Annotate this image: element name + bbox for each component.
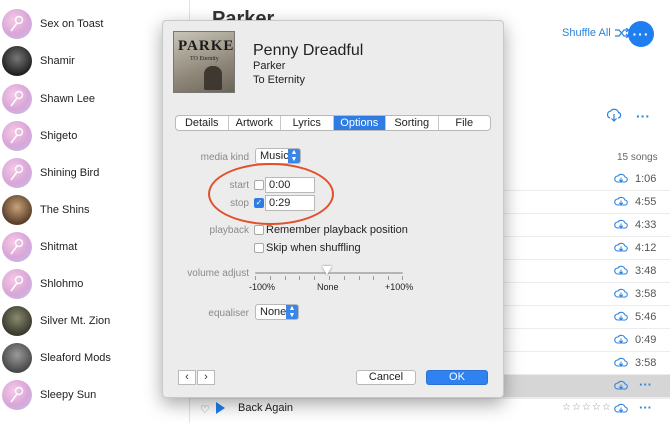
- media-kind-value: Music: [260, 150, 289, 162]
- track-duration: 3:58: [635, 288, 657, 300]
- tab-file[interactable]: File: [439, 116, 491, 130]
- stop-label: stop: [230, 198, 249, 209]
- tab-artwork[interactable]: Artwork: [229, 116, 281, 130]
- cloud-download-icon[interactable]: [614, 219, 628, 230]
- tab-options[interactable]: Options: [333, 116, 386, 130]
- cloud-download-icon[interactable]: [614, 311, 628, 322]
- volume-max-label: +100%: [385, 282, 414, 292]
- artist-photo: [2, 342, 32, 373]
- tab-sorting[interactable]: Sorting: [386, 116, 439, 130]
- microphone-icon: [2, 120, 32, 151]
- tab-details[interactable]: Details: [176, 116, 229, 130]
- track-duration: 3:48: [635, 265, 657, 277]
- start-checkbox[interactable]: [254, 180, 264, 190]
- equaliser-label: equaliser: [208, 308, 249, 319]
- cancel-button[interactable]: Cancel: [356, 370, 416, 385]
- artwork-subtitle: TO Eternity: [190, 56, 219, 62]
- row-more-icon[interactable]: ···: [639, 400, 652, 415]
- cloud-download-icon[interactable]: [614, 242, 628, 253]
- media-kind-label: media kind: [200, 152, 249, 163]
- start-time-field[interactable]: 0:00: [265, 177, 315, 193]
- cloud-download-icon[interactable]: [614, 265, 628, 276]
- track-duration: 5:46: [635, 311, 657, 323]
- stop-checkbox[interactable]: ✓: [254, 198, 264, 208]
- info-tabs: Details Artwork Lyrics Options Sorting F…: [175, 115, 491, 131]
- artist-name: Shining Bird: [40, 166, 100, 179]
- microphone-icon: [2, 8, 32, 39]
- cloud-download-icon[interactable]: [614, 334, 628, 345]
- artist-name: Shawn Lee: [40, 92, 96, 105]
- heart-icon[interactable]: ♡: [200, 403, 210, 416]
- artist-name: Shamir: [40, 54, 75, 67]
- cloud-download-icon[interactable]: [614, 288, 628, 299]
- chevron-updown-icon: ▲ ▼: [286, 305, 298, 319]
- volume-min-label: -100%: [249, 282, 276, 292]
- songs-count: 15 songs: [617, 152, 658, 163]
- album-more-icon[interactable]: ···: [636, 108, 650, 124]
- track-duration: 4:33: [635, 219, 657, 231]
- microphone-icon: [2, 157, 32, 188]
- microphone-icon: [2, 268, 32, 299]
- artwork-figure: [204, 66, 222, 90]
- song-title: Penny Dreadful: [253, 42, 364, 59]
- equaliser-value: None: [260, 306, 287, 318]
- tab-lyrics[interactable]: Lyrics: [281, 116, 334, 130]
- remember-position-checkbox[interactable]: [254, 225, 264, 235]
- media-kind-select[interactable]: Music ▲ ▼: [255, 148, 301, 164]
- play-icon[interactable]: [216, 402, 225, 414]
- artwork-title: PARKER: [178, 38, 235, 54]
- shuffle-all-button[interactable]: Shuffle All: [562, 27, 629, 39]
- volume-adjust-label: volume adjust: [187, 268, 249, 279]
- volume-mid-label: None: [317, 282, 339, 292]
- artist-photo: [2, 305, 32, 336]
- rating-stars-icon[interactable]: ☆☆☆☆☆: [562, 402, 612, 413]
- artist-photo: [2, 45, 32, 76]
- artist-name: The Shins: [40, 203, 90, 216]
- start-label: start: [229, 180, 249, 191]
- microphone-icon: [2, 83, 32, 114]
- artist-name: Shitmat: [40, 240, 78, 253]
- cloud-download-icon[interactable]: [614, 403, 628, 414]
- equaliser-select[interactable]: None ▲ ▼: [255, 304, 299, 320]
- skip-shuffling-checkbox[interactable]: [254, 243, 264, 253]
- playback-label: playback: [209, 225, 249, 236]
- ok-button[interactable]: OK: [426, 370, 488, 385]
- volume-ticks: [255, 276, 403, 280]
- artist-name: Sleepy Sun: [40, 388, 97, 401]
- microphone-icon: [2, 231, 32, 262]
- stop-time-field[interactable]: 0:29: [265, 195, 315, 211]
- song-artist: Parker: [253, 60, 286, 72]
- chevron-updown-icon: ▲ ▼: [288, 149, 300, 163]
- cloud-download-icon[interactable]: [614, 380, 628, 391]
- cloud-download-icon[interactable]: [614, 357, 628, 368]
- album-artwork: PARKER TO Eternity: [173, 31, 235, 93]
- track-title: Back Again: [238, 402, 294, 414]
- previous-track-button[interactable]: ‹: [178, 370, 196, 385]
- volume-slider-knob[interactable]: [322, 266, 332, 275]
- track-duration: 1:06: [635, 173, 657, 185]
- artist-name: Sex on Toast: [40, 17, 104, 30]
- track-duration: 4:55: [635, 196, 657, 208]
- artist-name: Shigeto: [40, 129, 78, 142]
- artist-name: Sleaford Mods: [40, 351, 111, 364]
- track-duration: 3:58: [635, 357, 657, 369]
- next-track-button[interactable]: ›: [197, 370, 215, 385]
- shuffle-all-label: Shuffle All: [562, 27, 611, 39]
- more-options-button[interactable]: ···: [628, 21, 654, 47]
- microphone-icon: [2, 379, 32, 410]
- cloud-download-icon[interactable]: [606, 108, 622, 122]
- song-info-dialog: PARKER TO Eternity Penny Dreadful Parker…: [162, 20, 504, 398]
- cloud-download-icon[interactable]: [614, 173, 628, 184]
- artist-photo: [2, 194, 32, 225]
- remember-position-label: Remember playback position: [266, 224, 408, 236]
- row-more-icon[interactable]: ···: [639, 377, 652, 392]
- skip-shuffling-label: Skip when shuffling: [266, 242, 361, 254]
- shuffle-icon: [614, 28, 629, 38]
- song-album: To Eternity: [253, 74, 305, 86]
- track-duration: 4:12: [635, 242, 657, 254]
- track-duration: 0:49: [635, 334, 657, 346]
- artist-name: Shlohmo: [40, 277, 84, 290]
- cloud-download-icon[interactable]: [614, 196, 628, 207]
- artist-name: Silver Mt. Zion: [40, 314, 111, 327]
